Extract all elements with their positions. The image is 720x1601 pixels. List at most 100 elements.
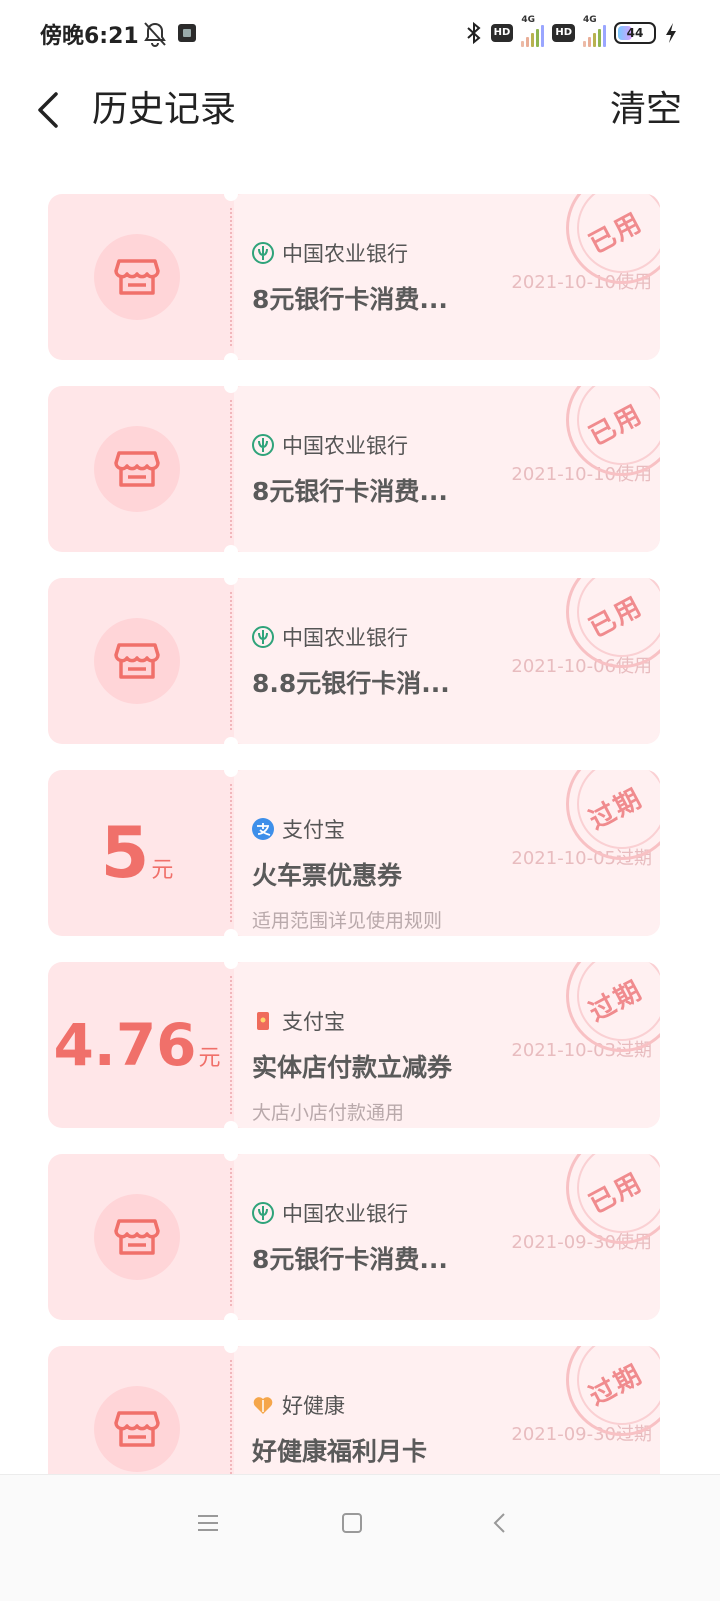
coupon-desc: 适用范围详见使用规则 [252, 910, 443, 932]
coupon-name: 火车票优惠券 [252, 861, 403, 890]
sim-icon [178, 24, 196, 42]
shop-icon [114, 259, 160, 295]
coupon-name: 好健康福利月卡 [252, 1437, 428, 1466]
issuer-name: 好健康 [282, 1394, 345, 1418]
amount-unit: 元 [198, 1046, 221, 1071]
shop-icon [114, 643, 160, 679]
hd-icon-2: HD [552, 24, 575, 42]
heart-icon [252, 1394, 274, 1416]
signal-icon-2: 4G [583, 15, 606, 47]
coupon-info: 中国农业银行 8元银行卡消费... [252, 238, 552, 316]
coupon-left: 5元 [48, 770, 226, 936]
issuer-name: 中国农业银行 [282, 242, 408, 266]
coupon-left: 4.76 元 [48, 962, 226, 1128]
shop-icon-badge [94, 234, 180, 320]
coupon-info: 中国农业银行 8.8元银行卡消... [252, 622, 552, 700]
coupon-card[interactable]: 中国农业银行 8.8元银行卡消... 2021-10-06使用 已用 [48, 578, 660, 744]
coupon-card[interactable]: 4.76 元支付宝 实体店付款立减券 大店小店付款通用 2021-10-03过期 过期 [48, 962, 660, 1128]
battery-icon: 44 [614, 22, 656, 44]
abc-bank-icon [252, 626, 274, 648]
coupon-name: 8元银行卡消费... [252, 477, 448, 506]
amount-value: 4.76 [53, 1011, 197, 1079]
issuer-name: 中国农业银行 [282, 1202, 408, 1226]
abc-bank-icon [252, 1202, 274, 1224]
coupon-card[interactable]: 中国农业银行 8元银行卡消费... 2021-09-30使用 已用 [48, 1154, 660, 1320]
coupon-divider [224, 962, 238, 1128]
issuer-name: 中国农业银行 [282, 434, 408, 458]
abc-bank-icon [252, 242, 274, 264]
header: 历史记录 清空 [0, 70, 720, 150]
issuer-name: 支付宝 [282, 818, 345, 842]
shop-icon-badge [94, 1386, 180, 1472]
status-time: 傍晚6:21 [40, 24, 139, 49]
back-nav-button[interactable] [470, 1503, 530, 1543]
coupon-left [48, 386, 226, 552]
abc-bank-icon [252, 434, 274, 456]
amount-value: 5 [100, 812, 150, 894]
shop-icon-badge [94, 1194, 180, 1280]
shop-icon [114, 451, 160, 487]
shop-icon-badge [94, 618, 180, 704]
stamp-label: 已用 [584, 207, 648, 261]
coupon-issuer: 中国农业银行 [252, 430, 552, 460]
back-arrow-icon [38, 92, 58, 128]
coupon-amount: 5元 [101, 818, 174, 888]
hd-icon: HD [490, 24, 514, 42]
coupon-list: 中国农业银行 8元银行卡消费... 2021-10-10使用 已用 中国农业银行 8元银行… [48, 194, 660, 1538]
coupon-info: 支付宝实体店付款立减券大店小店付款通用 [252, 1006, 552, 1125]
coupon-divider [224, 578, 238, 744]
menu-icon [198, 1515, 218, 1531]
coupon-issuer: 中国农业银行 [252, 622, 552, 652]
stamp-label: 过期 [584, 1359, 648, 1413]
home-nav-button[interactable] [322, 1503, 382, 1543]
coupon-left [48, 1154, 226, 1320]
back-button[interactable] [30, 80, 70, 140]
status-bar: 傍晚6:21 HD 4G HD 4G 44 [0, 0, 720, 70]
coupon-divider [224, 770, 238, 936]
system-nav-bar [0, 1474, 720, 1601]
menu-nav-button[interactable] [178, 1503, 238, 1543]
stamp-label: 已用 [584, 399, 648, 453]
stamp-label: 过期 [584, 975, 648, 1029]
back-triangle-icon [493, 1513, 505, 1533]
coupon-divider [224, 1154, 238, 1320]
coupon-card[interactable]: 中国农业银行 8元银行卡消费... 2021-10-10使用 已用 [48, 194, 660, 360]
shop-icon [114, 1219, 160, 1255]
coupon-card[interactable]: 中国农业银行 8元银行卡消费... 2021-10-10使用 已用 [48, 386, 660, 552]
red-packet-icon [252, 1010, 274, 1032]
coupon-left [48, 578, 226, 744]
home-square-icon [342, 1513, 362, 1533]
coupon-name: 实体店付款立减券 [252, 1053, 453, 1082]
stamp-label: 已用 [584, 1167, 648, 1221]
coupon-card[interactable]: 5 元支付宝 火车票优惠券 适用范围详见使用规则 2021-10-05过期 过期 [48, 770, 660, 936]
coupon-issuer: 中国农业银行 [252, 1198, 552, 1228]
bell-muted-icon [144, 22, 166, 47]
amount-unit: 元 [151, 858, 174, 883]
coupon-info: 中国农业银行 8元银行卡消费... [252, 1198, 552, 1276]
charging-icon [666, 23, 676, 43]
alipay-icon [252, 818, 274, 840]
coupon-name: 8元银行卡消费... [252, 285, 448, 314]
coupon-info: 好健康好健康福利月卡 [252, 1390, 552, 1468]
bluetooth-icon [466, 21, 481, 45]
shop-icon [114, 1411, 160, 1447]
coupon-issuer: 支付宝 [252, 814, 552, 844]
clear-button[interactable]: 清空 [610, 80, 682, 140]
coupon-amount: 4.76 元 [53, 1010, 220, 1080]
coupon-issuer: 中国农业银行 [252, 238, 552, 268]
coupon-name: 8元银行卡消费... [252, 1245, 448, 1274]
stamp-label: 过期 [584, 783, 648, 837]
coupon-divider [224, 194, 238, 360]
page-title: 历史记录 [92, 89, 237, 130]
stamp-label: 已用 [584, 591, 648, 645]
coupon-issuer: 好健康 [252, 1390, 552, 1420]
status-icons: HD 4G HD 4G 44 [465, 15, 678, 48]
coupon-info: 中国农业银行 8元银行卡消费... [252, 430, 552, 508]
issuer-name: 中国农业银行 [282, 626, 408, 650]
coupon-desc: 大店小店付款通用 [252, 1102, 405, 1124]
coupon-info: 支付宝火车票优惠券适用范围详见使用规则 [252, 814, 552, 933]
coupon-issuer: 支付宝 [252, 1006, 552, 1036]
coupon-left [48, 194, 226, 360]
shop-icon-badge [94, 426, 180, 512]
issuer-name: 支付宝 [282, 1010, 345, 1034]
